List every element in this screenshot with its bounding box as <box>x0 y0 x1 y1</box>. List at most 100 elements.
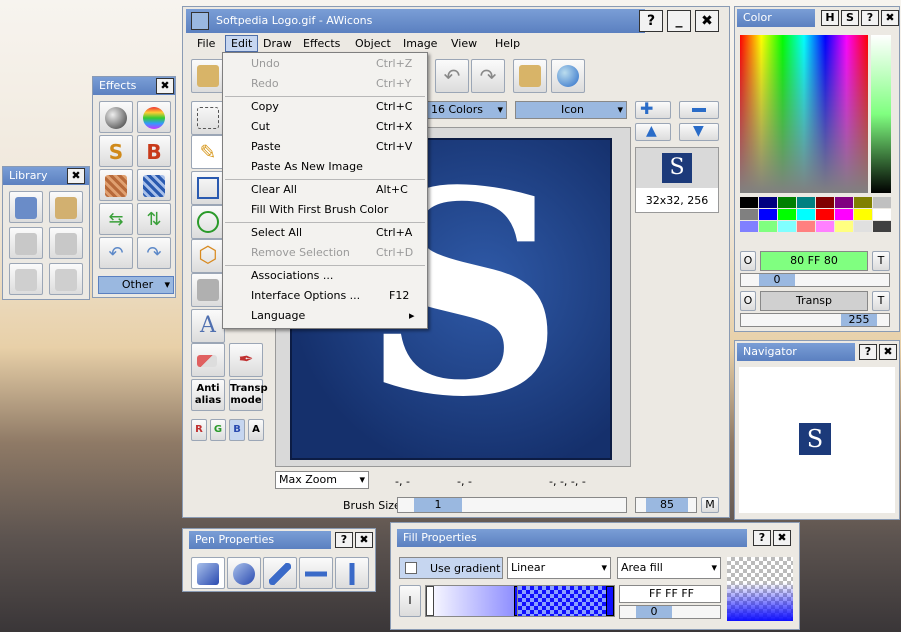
menu-help[interactable]: Help <box>495 37 520 50</box>
color-help-button[interactable]: ? <box>861 10 879 26</box>
effect-btn-8[interactable]: ⇅ <box>137 203 171 235</box>
minimize-button[interactable]: _ <box>667 10 691 32</box>
menu-effects[interactable]: Effects <box>303 37 340 50</box>
menu-file[interactable]: File <box>197 37 215 50</box>
effects-close-button[interactable]: ✖ <box>156 78 174 94</box>
fill-i-button[interactable]: I <box>399 585 421 617</box>
palette-swatch[interactable] <box>873 221 891 232</box>
palette-swatch[interactable] <box>835 209 853 220</box>
color-close-button[interactable]: ✖ <box>881 10 899 26</box>
palette-swatch[interactable] <box>816 221 834 232</box>
palette-swatch[interactable] <box>873 209 891 220</box>
text-tool[interactable]: A <box>191 309 225 343</box>
picker-tool[interactable]: ✒ <box>229 343 263 377</box>
pen-vertical-button[interactable] <box>335 557 369 589</box>
palette-swatch[interactable] <box>797 221 815 232</box>
help-button[interactable]: ? <box>639 10 663 32</box>
channel-b[interactable]: B <box>229 419 245 441</box>
palette-swatch[interactable] <box>835 221 853 232</box>
menu-cut[interactable]: Cut Ctrl+X <box>251 118 421 136</box>
lightness-bar[interactable] <box>871 35 891 193</box>
preview-thumb[interactable]: S <box>636 148 718 188</box>
palette-swatch[interactable] <box>778 209 796 220</box>
palette-swatch[interactable] <box>778 197 796 208</box>
palette-swatch[interactable] <box>759 197 777 208</box>
color-slider-1[interactable]: 0 <box>740 273 890 287</box>
effect-btn-3[interactable]: S <box>99 135 133 167</box>
palette-swatch[interactable] <box>740 197 758 208</box>
select-tool[interactable] <box>191 101 225 135</box>
antialias-button[interactable]: Anti alias <box>191 379 225 411</box>
undo-button[interactable]: ↶ <box>435 59 469 93</box>
color-h-button[interactable]: H <box>821 10 839 26</box>
pen-diagonal-button[interactable] <box>263 557 297 589</box>
menu-draw[interactable]: Draw <box>263 37 292 50</box>
color-o-button[interactable]: O <box>740 251 756 271</box>
palette-swatch[interactable] <box>854 221 872 232</box>
menu-redo[interactable]: Redo Ctrl+Y <box>251 75 421 93</box>
library-close-button[interactable]: ✖ <box>67 168 85 184</box>
gradient-type-select[interactable]: Linear <box>507 557 611 579</box>
palette-swatch[interactable] <box>759 221 777 232</box>
palette-swatch[interactable] <box>797 197 815 208</box>
effect-btn-2[interactable] <box>137 101 171 133</box>
polygon-tool[interactable]: ⬡ <box>191 239 225 273</box>
palette-swatch[interactable] <box>816 209 834 220</box>
palette-swatch[interactable] <box>816 197 834 208</box>
menu-edit[interactable]: Edit <box>225 35 259 52</box>
fill-close-button[interactable]: ✖ <box>773 530 791 546</box>
m-button[interactable]: M <box>701 497 719 513</box>
effect-btn-10[interactable]: ↷ <box>137 237 171 269</box>
transp-field[interactable]: Transp <box>760 291 868 311</box>
channel-g[interactable]: G <box>210 419 226 441</box>
menu-language[interactable]: Language ▸ <box>251 307 421 325</box>
mode-select[interactable]: Icon <box>515 101 627 119</box>
palette-swatch[interactable] <box>797 209 815 220</box>
color-spectrum[interactable] <box>740 35 868 193</box>
navigator-help-button[interactable]: ? <box>859 344 877 360</box>
palette-swatch[interactable] <box>759 209 777 220</box>
palette-swatch[interactable] <box>740 221 758 232</box>
library-btn-2[interactable] <box>49 191 83 223</box>
fill-help-button[interactable]: ? <box>753 530 771 546</box>
pen-help-button[interactable]: ? <box>335 532 353 548</box>
open-button[interactable] <box>191 59 225 93</box>
pencil-tool[interactable]: ✎ <box>191 135 225 169</box>
library-btn-6[interactable] <box>49 263 83 295</box>
effect-btn-6[interactable] <box>137 169 171 201</box>
move-down-button[interactable]: ▼ <box>679 123 719 141</box>
menu-undo[interactable]: Undo Ctrl+Z <box>251 55 421 73</box>
palette-swatch[interactable] <box>740 209 758 220</box>
menu-associations[interactable]: Associations ... <box>251 267 421 285</box>
navigator-view[interactable]: S <box>739 367 895 513</box>
redo-button[interactable]: ↷ <box>471 59 505 93</box>
fill-slider[interactable]: 0 <box>619 605 721 619</box>
library-btn-3[interactable] <box>9 227 43 259</box>
menu-fill-brush[interactable]: Fill With First Brush Color <box>251 201 421 219</box>
fill-area-select[interactable]: Area fill <box>617 557 721 579</box>
zoom-select[interactable]: Max Zoom <box>275 471 369 489</box>
effects-other-select[interactable]: Other <box>98 276 174 294</box>
menu-paste[interactable]: Paste Ctrl+V <box>251 138 421 156</box>
menu-view[interactable]: View <box>451 37 477 50</box>
pen-square-button[interactable] <box>191 557 225 589</box>
effect-btn-9[interactable]: ↶ <box>99 237 133 269</box>
effect-btn-1[interactable] <box>99 101 133 133</box>
transp-mode-button[interactable]: Transp mode <box>229 379 268 411</box>
browse-button[interactable] <box>513 59 547 93</box>
web-button[interactable] <box>551 59 585 93</box>
menu-copy[interactable]: Copy Ctrl+C <box>251 98 421 116</box>
move-up-button[interactable]: ▲ <box>635 123 671 141</box>
menu-image[interactable]: Image <box>403 37 437 50</box>
library-btn-1[interactable] <box>9 191 43 223</box>
navigator-close-button[interactable]: ✖ <box>879 344 897 360</box>
close-button[interactable]: ✖ <box>695 10 719 32</box>
channel-a[interactable]: A <box>248 419 264 441</box>
add-image-button[interactable]: ✚ <box>635 99 671 119</box>
use-gradient-checkbox[interactable]: Use gradient <box>399 557 503 579</box>
remove-image-button[interactable] <box>679 101 719 119</box>
effect-btn-5[interactable] <box>99 169 133 201</box>
palette-swatch[interactable] <box>854 197 872 208</box>
menu-paste-new[interactable]: Paste As New Image <box>251 158 421 176</box>
color-t-button[interactable]: T <box>872 251 890 271</box>
